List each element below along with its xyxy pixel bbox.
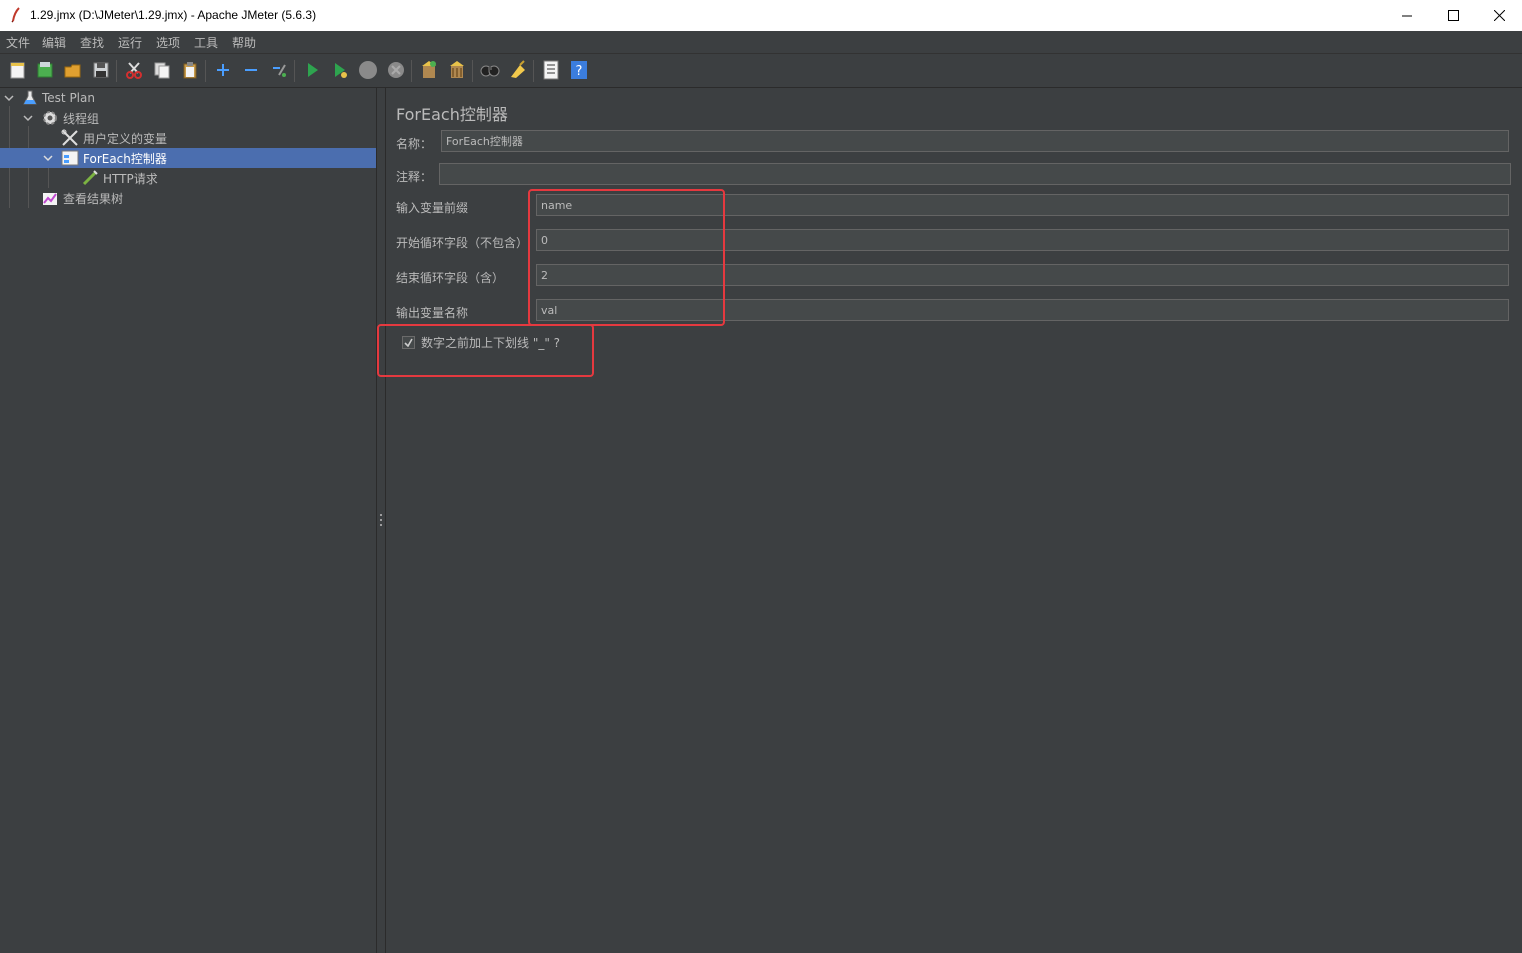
controller-icon: [61, 150, 79, 166]
clear-icon[interactable]: [419, 60, 439, 80]
expand-icon[interactable]: [213, 60, 233, 80]
close-button[interactable]: [1476, 0, 1522, 31]
input-prefix-label: 输入变量前缀: [396, 201, 469, 215]
menu-edit[interactable]: 编辑: [42, 34, 66, 51]
comment-label: 注释：: [396, 170, 433, 184]
toolbar-separator: [205, 60, 206, 82]
end-index-label: 结束循环字段（含）: [396, 271, 505, 285]
highlight-box-checkbox: [377, 324, 594, 377]
open-icon[interactable]: [63, 60, 83, 80]
minimize-button[interactable]: [1384, 0, 1430, 31]
jmeter-feather-icon: [11, 7, 20, 23]
templates-icon[interactable]: [35, 60, 55, 80]
search-icon[interactable]: [480, 60, 500, 80]
tree-node-foreach-controller-row[interactable]: [0, 148, 376, 168]
toolbar-separator: [533, 60, 534, 82]
clear-all-icon[interactable]: [447, 60, 467, 80]
svg-text:?: ?: [576, 64, 583, 79]
toggle-icon[interactable]: [269, 60, 289, 80]
toolbar-separator: [411, 60, 412, 82]
maximize-icon: [1447, 10, 1459, 21]
wrench-icon: [61, 129, 78, 146]
tree-guide-line: [48, 168, 49, 188]
name-input[interactable]: [441, 130, 1509, 152]
reset-search-icon[interactable]: [508, 60, 528, 80]
tree-node-foreach-controller[interactable]: ForEach控制器: [61, 148, 167, 168]
chevron-down-icon[interactable]: [23, 113, 33, 123]
stop-icon[interactable]: [358, 60, 378, 80]
minimize-icon: [1401, 15, 1412, 17]
function-helper-icon[interactable]: [541, 60, 561, 80]
save-icon[interactable]: [91, 60, 111, 80]
chevron-down-icon[interactable]: [4, 93, 14, 103]
copy-icon[interactable]: [152, 60, 172, 80]
cut-icon[interactable]: [124, 60, 144, 80]
output-var-label: 输出变量名称: [396, 306, 469, 320]
start-icon[interactable]: [302, 60, 322, 80]
tree-node-results-tree[interactable]: 查看结果树: [41, 188, 123, 208]
tree-node-thread-group[interactable]: 线程组: [41, 108, 99, 128]
gear-icon: [43, 111, 57, 125]
name-label: 名称：: [396, 137, 433, 151]
highlight-box-fields: [528, 189, 725, 326]
toolbar: ?: [0, 54, 1522, 88]
close-icon: [1493, 10, 1505, 21]
foreach-controller-panel: ForEach控制器 名称： 注释： 输入变量前缀 开始循环字段（不包含） 结束…: [377, 88, 1522, 953]
menu-bar: 文件 编辑 查找 运行 选项 工具 帮助: [0, 31, 1522, 54]
collapse-icon[interactable]: [241, 60, 261, 80]
maximize-button[interactable]: [1430, 0, 1476, 31]
window-titlebar: 1.29.jmx (D:\JMeter\1.29.jmx) - Apache J…: [0, 0, 1522, 31]
toolbar-separator: [472, 60, 473, 82]
panel-title: ForEach控制器: [396, 105, 508, 124]
menu-tools[interactable]: 工具: [194, 34, 218, 51]
menu-options[interactable]: 选项: [156, 34, 180, 51]
pipette-icon: [82, 170, 98, 186]
comment-input[interactable]: [439, 163, 1511, 185]
tree-node-http-request[interactable]: HTTP请求: [81, 168, 158, 188]
flask-icon: [23, 90, 37, 105]
split-pane-divider[interactable]: [377, 88, 386, 953]
menu-search[interactable]: 查找: [80, 34, 104, 51]
start-index-label: 开始循环字段（不包含）: [396, 236, 529, 250]
tree-node-user-variables[interactable]: 用户定义的变量: [61, 128, 167, 148]
window-title: 1.29.jmx (D:\JMeter\1.29.jmx) - Apache J…: [30, 8, 317, 22]
paste-icon[interactable]: [180, 60, 200, 80]
test-plan-tree: Test Plan 线程组 用户定义的变量 ForEach控制器 HTTP请求 …: [0, 88, 377, 953]
toolbar-separator: [116, 60, 117, 82]
menu-run[interactable]: 运行: [118, 34, 142, 51]
tree-node-test-plan[interactable]: Test Plan: [22, 88, 95, 108]
start-no-pauses-icon[interactable]: [330, 60, 350, 80]
help-icon[interactable]: ?: [569, 60, 589, 80]
menu-help[interactable]: 帮助: [232, 34, 256, 51]
chevron-down-icon[interactable]: [43, 153, 53, 163]
shutdown-icon[interactable]: [386, 60, 406, 80]
menu-file[interactable]: 文件: [6, 34, 30, 51]
toolbar-separator: [294, 60, 295, 82]
chart-icon: [43, 193, 57, 205]
new-icon[interactable]: [8, 60, 28, 80]
splitter-grip-icon: [380, 514, 382, 526]
